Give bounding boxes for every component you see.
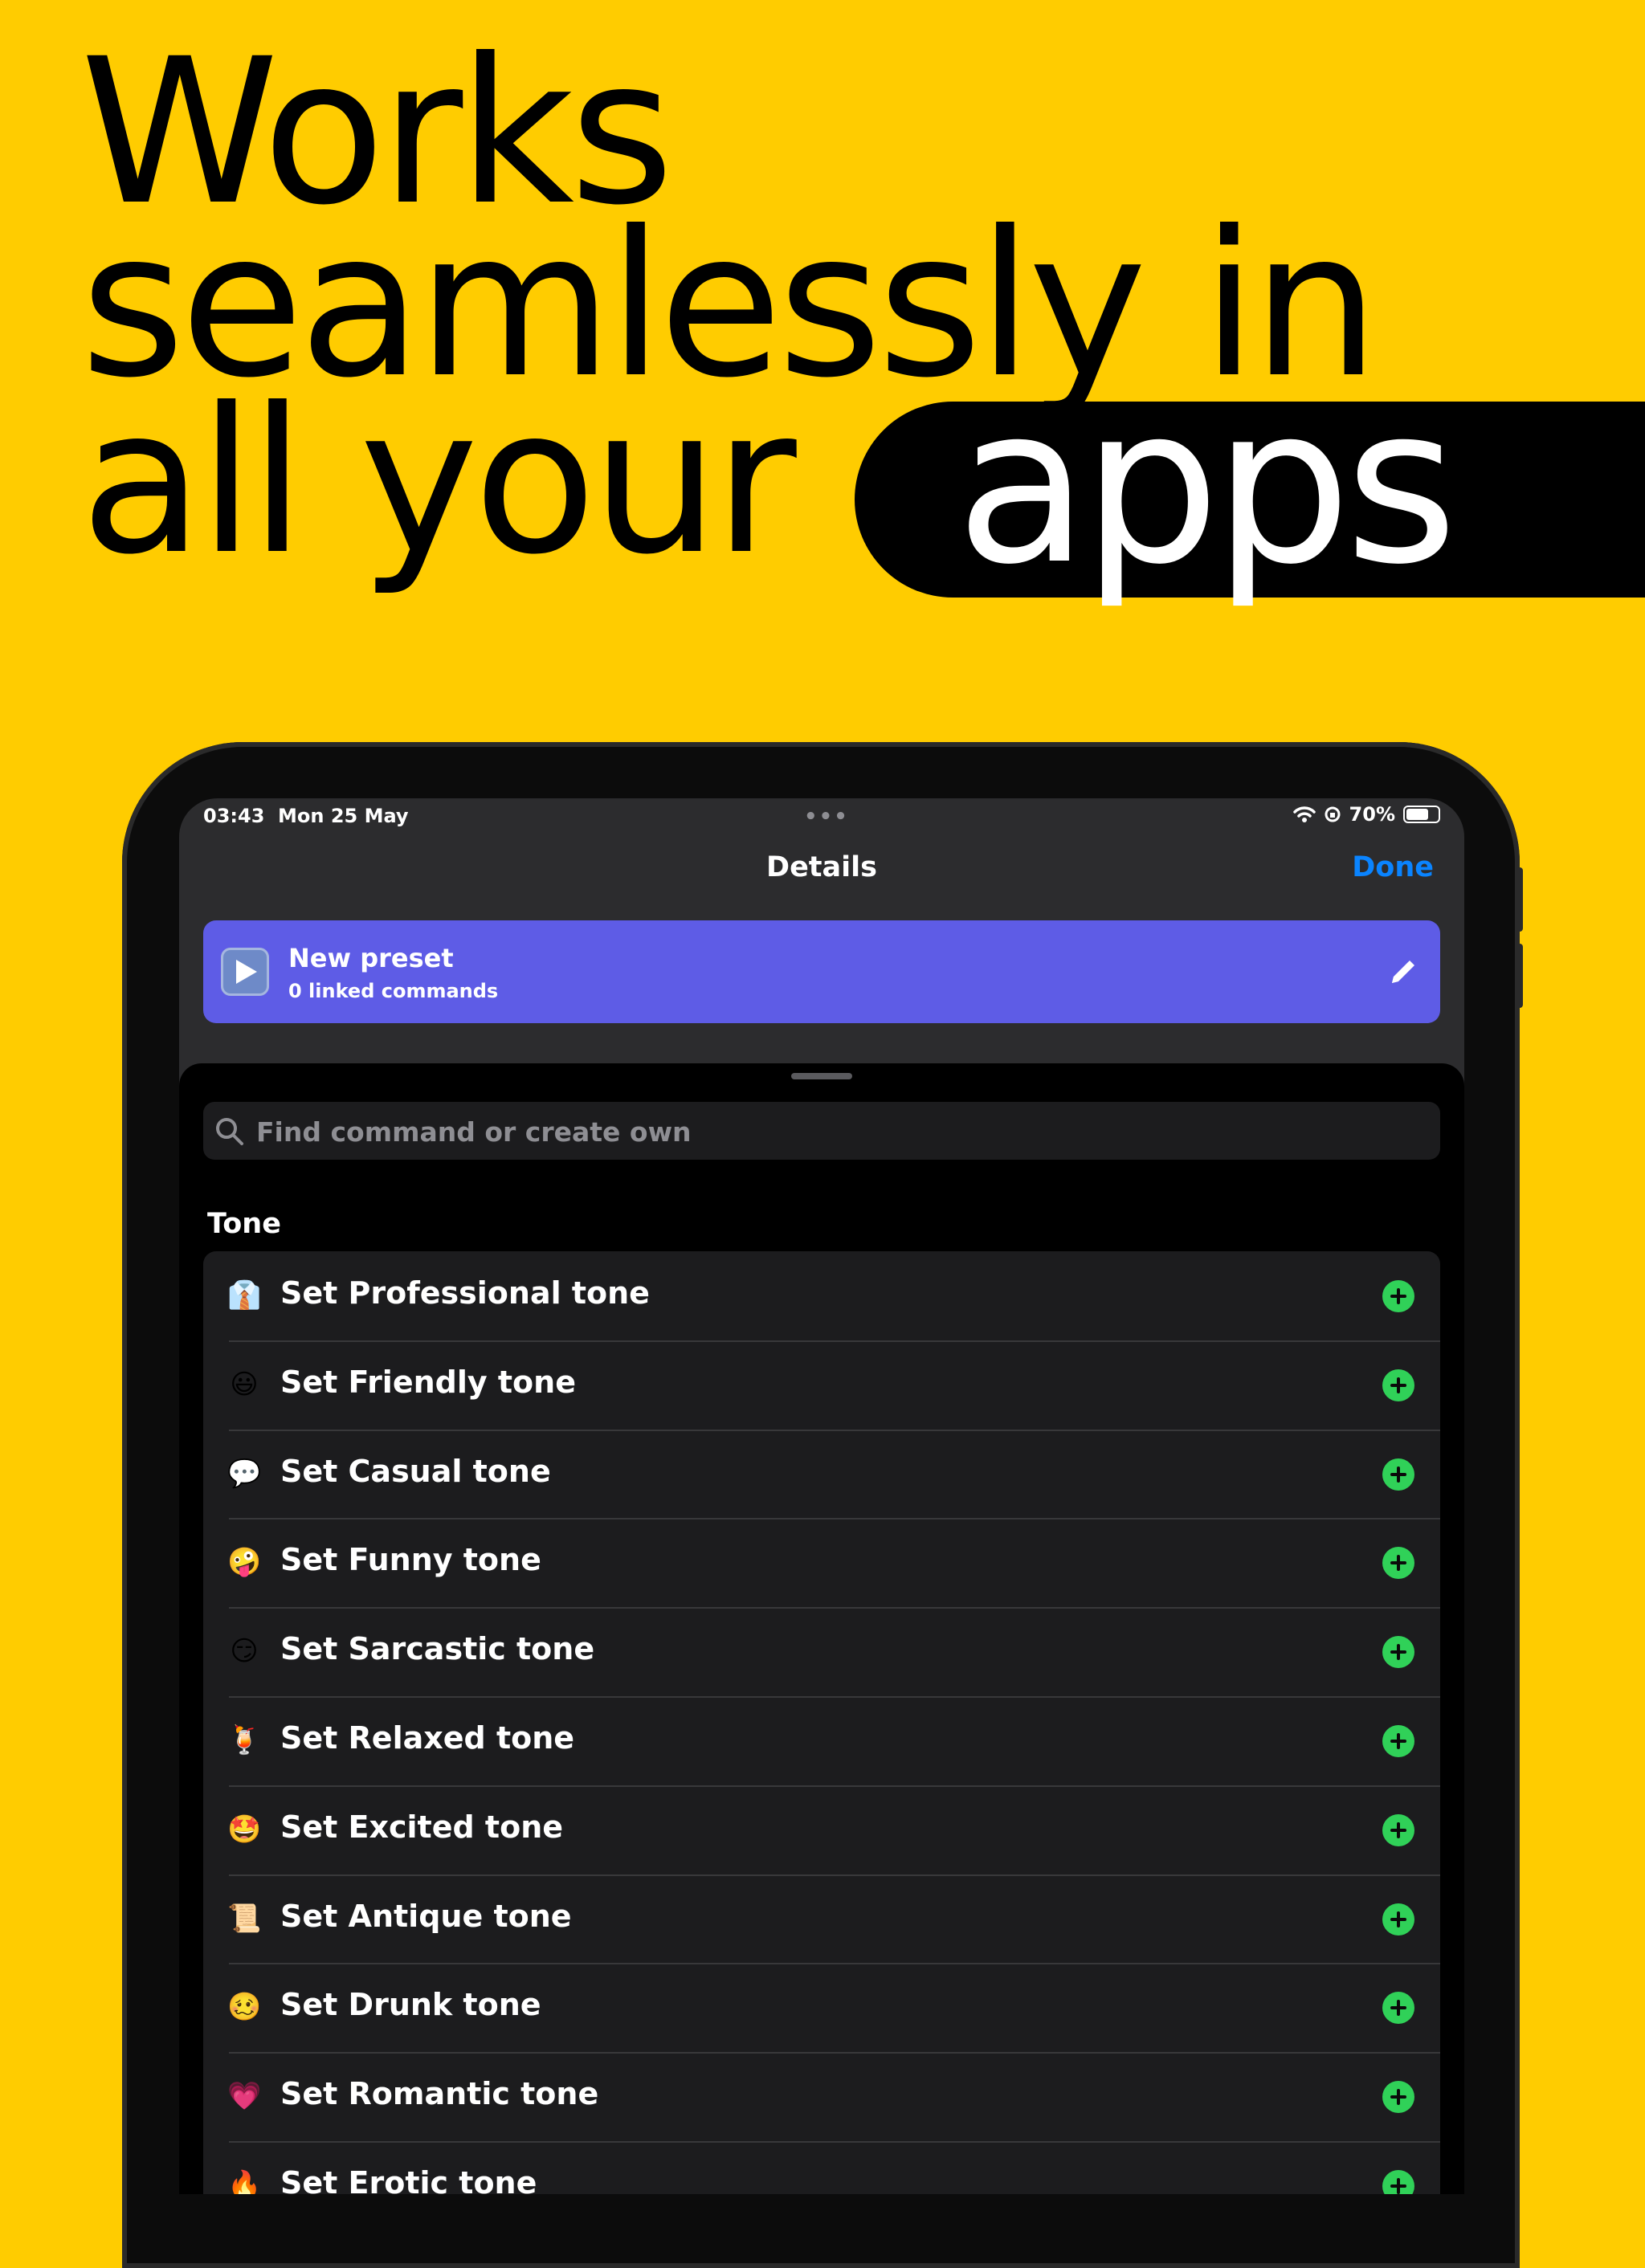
preset-subtitle: 0 linked commands [288, 980, 499, 1002]
add-command-button[interactable] [1382, 2169, 1414, 2194]
add-command-button[interactable] [1382, 1458, 1414, 1491]
list-item[interactable]: 💬 Set Casual tone [203, 1429, 1440, 1519]
headline-line-3: all your [80, 365, 797, 598]
add-command-button[interactable] [1382, 1903, 1414, 1936]
add-command-button[interactable] [1382, 1280, 1414, 1312]
command-emoji-icon: 💗 [227, 2080, 262, 2113]
command-label: Set Sarcastic tone [280, 1631, 595, 1667]
section-title: Tone [207, 1208, 281, 1240]
list-item[interactable]: 😃 Set Friendly tone [203, 1340, 1440, 1430]
command-emoji-icon: 🤩 [227, 1813, 262, 1846]
add-command-button[interactable] [1382, 1636, 1414, 1669]
status-date: Mon 25 May [278, 805, 409, 827]
headline-highlight: apps [956, 359, 1458, 612]
preset-card[interactable]: New preset 0 linked commands [203, 920, 1440, 1023]
search-bar[interactable] [203, 1102, 1440, 1161]
list-item[interactable]: 👔 Set Professional tone [203, 1251, 1440, 1340]
command-label: Set Relaxed tone [280, 1719, 575, 1756]
command-emoji-icon: 🔥 [227, 2168, 262, 2194]
list-item[interactable]: 🔥 Set Erotic tone [203, 2140, 1440, 2194]
add-command-button[interactable] [1382, 2081, 1414, 2114]
volume-down-button [1516, 944, 1523, 1008]
done-button[interactable]: Done [1352, 851, 1434, 883]
status-time: 03:43 [203, 805, 265, 827]
page-title: Details [766, 851, 877, 883]
command-emoji-icon: 🥴 [227, 1991, 262, 2024]
add-command-button[interactable] [1382, 1813, 1414, 1846]
command-emoji-icon: 💬 [227, 1457, 262, 1490]
command-label: Set Casual tone [280, 1453, 551, 1489]
search-input[interactable] [255, 1102, 1414, 1161]
command-label: Set Romantic tone [280, 2076, 599, 2112]
status-right: 70% [1292, 803, 1440, 826]
add-command-button[interactable] [1382, 1992, 1414, 2025]
battery-percent: 70% [1349, 803, 1395, 826]
list-item[interactable]: 🤪 Set Funny tone [203, 1518, 1440, 1607]
orientation-lock-icon [1325, 806, 1341, 822]
command-label: Set Drunk tone [280, 1987, 541, 2023]
sheet-grabber[interactable] [791, 1073, 852, 1079]
command-emoji-icon: 😃 [230, 1368, 259, 1401]
command-emoji-icon: 🤪 [227, 1546, 262, 1579]
list-item[interactable]: 😏 Set Sarcastic tone [203, 1607, 1440, 1696]
command-label: Set Excited tone [280, 1809, 564, 1845]
command-sheet: Tone 👔 Set Professional tone 😃 Set Friendly… [179, 1063, 1464, 2194]
add-command-button[interactable] [1382, 1724, 1414, 1757]
command-list: 👔 Set Professional tone 😃 Set Friendly tone… [203, 1251, 1440, 2194]
command-emoji-icon: 📜 [227, 1902, 262, 1935]
add-command-button[interactable] [1382, 1369, 1414, 1401]
list-item[interactable]: 🍹 Set Relaxed tone [203, 1695, 1440, 1785]
battery-fill [1406, 809, 1428, 820]
command-label: Set Funny tone [280, 1542, 541, 1578]
battery-icon [1403, 806, 1440, 823]
pencil-icon[interactable] [1386, 954, 1421, 989]
command-label: Set Friendly tone [280, 1364, 576, 1400]
multitasking-dots-icon[interactable]: ••• [804, 805, 849, 829]
command-emoji-icon: 🍹 [227, 1723, 262, 1756]
command-emoji-icon: 😏 [230, 1635, 259, 1668]
wifi-icon [1292, 806, 1316, 822]
add-command-button[interactable] [1382, 1547, 1414, 1580]
list-item[interactable]: 🤩 Set Excited tone [203, 1785, 1440, 1874]
device-screen: 03:43 Mon 25 May ••• 70% Details Done Ne… [179, 798, 1464, 2194]
command-label: Set Professional tone [280, 1275, 650, 1311]
preset-title: New preset [288, 943, 454, 973]
play-icon [221, 948, 269, 996]
list-item[interactable]: 💗 Set Romantic tone [203, 2052, 1440, 2141]
list-item[interactable]: 📜 Set Antique tone [203, 1874, 1440, 1964]
volume-up-button [1516, 867, 1523, 932]
list-item[interactable]: 🥴 Set Drunk tone [203, 1963, 1440, 2052]
command-label: Set Antique tone [280, 1898, 572, 1934]
command-label: Set Erotic tone [280, 2164, 537, 2194]
status-bar: 03:43 Mon 25 May ••• 70% [179, 798, 1464, 830]
command-emoji-icon: 👔 [227, 1279, 262, 1311]
search-icon [216, 1118, 243, 1145]
